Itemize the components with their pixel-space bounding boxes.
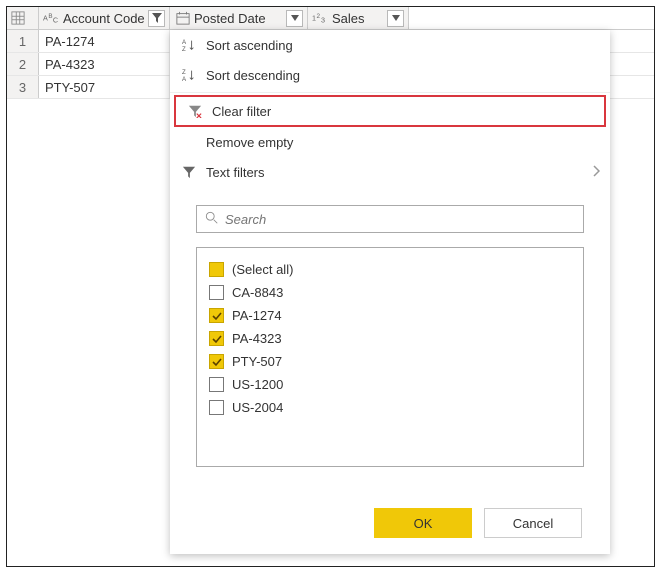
column-header-sales[interactable]: 123 Sales [308,7,409,29]
filter-dropdown-button[interactable] [148,10,165,27]
checkbox-partial[interactable] [209,262,224,277]
filter-value-label: CA-8843 [232,285,283,300]
filter-dropdown-panel: AZ Sort ascending ZA Sort descending Cle… [170,30,610,554]
svg-text:A: A [182,76,187,82]
filter-active-icon [152,13,162,23]
clear-filter-icon [186,102,204,120]
sort-descending-item[interactable]: ZA Sort descending [170,60,610,90]
column-header-account-code[interactable]: ABC Account Code [39,7,170,29]
menu-label: Remove empty [206,135,293,150]
chevron-down-icon [392,15,400,21]
svg-text:2: 2 [317,13,321,20]
text-filters-item[interactable]: Text filters [170,157,610,187]
row-number: 2 [7,53,39,75]
svg-text:Z: Z [182,69,186,76]
filter-value-row[interactable]: US-2004 [209,396,571,419]
cell-account-code[interactable]: PA-4323 [39,53,170,75]
filter-value-label: PA-1274 [232,308,282,323]
svg-text:Z: Z [182,46,186,52]
filter-value-label: US-2004 [232,400,283,415]
row-gutter-header [7,7,39,29]
cell-account-code[interactable]: PTY-507 [39,76,170,98]
table-icon [11,11,25,25]
filter-dropdown-button[interactable] [387,10,404,27]
menu-label: Sort descending [206,68,300,83]
dialog-buttons: OK Cancel [374,508,582,538]
column-header-posted-date[interactable]: Posted Date [170,7,308,29]
checkbox-unchecked[interactable] [209,377,224,392]
highlight-annotation: Clear filter [174,95,606,127]
svg-text:C: C [53,15,58,24]
checkbox-unchecked[interactable] [209,400,224,415]
filter-values-list: (Select all) CA-8843 PA-1274 PA-4323 PTY… [196,247,584,467]
column-label: Sales [332,11,387,26]
row-number: 1 [7,30,39,52]
sort-asc-icon: AZ [180,36,198,54]
column-label: Posted Date [194,11,286,26]
search-input[interactable] [225,212,575,227]
clear-filter-item[interactable]: Clear filter [176,97,604,125]
button-label: OK [414,516,433,531]
filter-value-row[interactable]: PA-4323 [209,327,571,350]
search-box[interactable] [196,205,584,233]
filter-value-label: PA-4323 [232,331,282,346]
text-type-icon: ABC [43,10,61,26]
separator [170,92,610,93]
sort-ascending-item[interactable]: AZ Sort ascending [170,30,610,60]
menu-label: Text filters [206,165,265,180]
cell-account-code[interactable]: PA-1274 [39,30,170,52]
filter-value-row[interactable]: US-1200 [209,373,571,396]
date-type-icon [174,10,192,26]
checkbox-checked[interactable] [209,308,224,323]
filter-value-row[interactable]: CA-8843 [209,281,571,304]
svg-text:1: 1 [312,14,316,23]
column-label: Account Code [63,11,148,26]
filter-value-row[interactable]: (Select all) [209,258,571,281]
chevron-down-icon [291,15,299,21]
button-label: Cancel [513,516,553,531]
filter-value-row[interactable]: PTY-507 [209,350,571,373]
sort-desc-icon: ZA [180,66,198,84]
filter-value-label: US-1200 [232,377,283,392]
svg-text:A: A [182,39,187,46]
filter-value-label: PTY-507 [232,354,282,369]
filter-value-label: (Select all) [232,262,293,277]
menu-label: Sort ascending [206,38,293,53]
checkbox-checked[interactable] [209,331,224,346]
chevron-right-icon [592,165,600,180]
filter-value-row[interactable]: PA-1274 [209,304,571,327]
menu-label: Clear filter [212,104,271,119]
column-header-row: ABC Account Code Posted Date 123 Sales [7,7,654,30]
filter-dropdown-button[interactable] [286,10,303,27]
checkbox-unchecked[interactable] [209,285,224,300]
blank-icon [180,133,198,151]
checkbox-checked[interactable] [209,354,224,369]
funnel-icon [180,163,198,181]
svg-text:B: B [48,13,52,20]
row-number: 3 [7,76,39,98]
number-type-icon: 123 [312,10,330,26]
svg-text:A: A [43,14,48,23]
cancel-button[interactable]: Cancel [484,508,582,538]
remove-empty-item[interactable]: Remove empty [170,127,610,157]
svg-text:3: 3 [321,15,325,24]
search-icon [205,211,219,228]
ok-button[interactable]: OK [374,508,472,538]
